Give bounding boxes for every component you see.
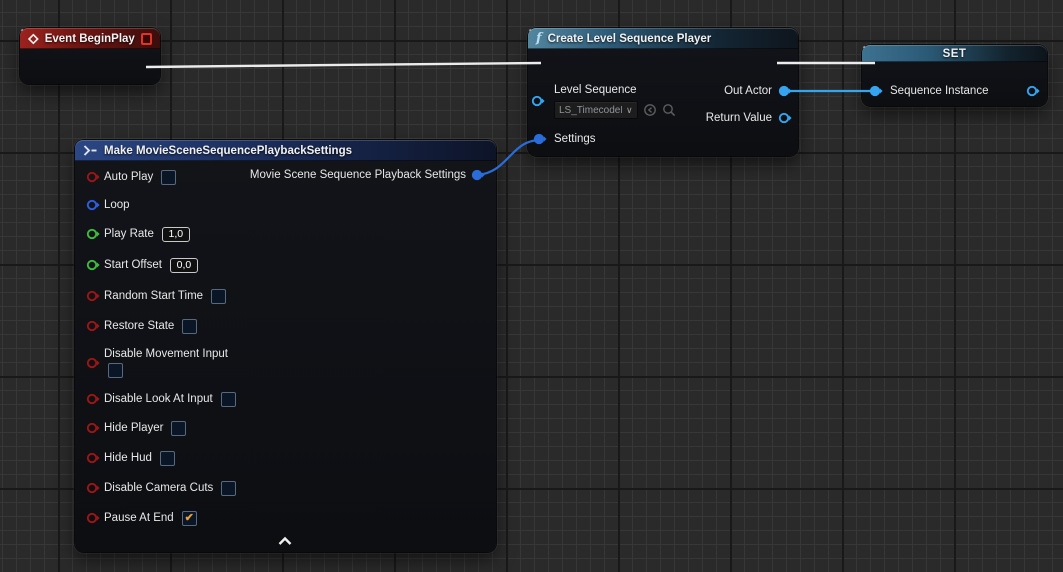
row-disable-camera-cuts: Disable Camera Cuts	[104, 480, 236, 496]
sequence-instance-pin-label: Sequence Instance	[890, 83, 988, 99]
exec-wire-beginplay-to-create	[146, 63, 541, 67]
make-node-header[interactable]: Make MovieSceneSequencePlaybackSettings	[75, 140, 496, 161]
settings-input-pin[interactable]	[533, 132, 548, 146]
disable-movement-input-checkbox[interactable]	[108, 363, 123, 378]
collapse-node-chevron-icon[interactable]	[277, 536, 293, 546]
hide-hud-pin[interactable]	[86, 451, 101, 465]
loop-pin[interactable]	[86, 198, 101, 212]
disable-camera-cuts-pin[interactable]	[86, 481, 101, 495]
pause-at-end-checkbox[interactable]	[182, 511, 197, 526]
hide-player-pin[interactable]	[86, 421, 101, 435]
row-loop: Loop	[104, 197, 130, 213]
pin-label: Disable Movement Input	[104, 346, 228, 362]
start-offset-pin[interactable]	[86, 258, 101, 272]
pin-label: Disable Camera Cuts	[104, 480, 213, 496]
make-struct-icon	[83, 145, 98, 156]
event-diamond-icon	[28, 33, 39, 45]
node-title: SET	[943, 48, 967, 60]
row-auto-play: Auto Play	[104, 169, 176, 185]
pin-label: Pause At End	[104, 510, 174, 526]
level-sequence-input-pin[interactable]	[531, 94, 546, 108]
level-sequence-pin-label: Level Sequence	[554, 82, 636, 98]
random-start-time-checkbox[interactable]	[211, 289, 226, 304]
level-sequence-dropdown[interactable]: LS_TimecodePre ∨	[554, 101, 638, 119]
event-override-icon	[141, 33, 152, 45]
start-offset-input[interactable]: 0,0	[170, 258, 198, 273]
row-disable-look-at-input: Disable Look At Input	[104, 391, 236, 407]
level-sequence-asset-picker: LS_TimecodePre ∨	[554, 101, 676, 119]
disable-movement-input-pin[interactable]	[86, 356, 101, 370]
pause-at-end-pin[interactable]	[86, 511, 101, 525]
row-pause-at-end: Pause At End	[104, 510, 197, 526]
row-play-rate: Play Rate 1,0	[104, 226, 190, 242]
hide-hud-checkbox[interactable]	[160, 451, 175, 466]
function-icon: f	[536, 32, 542, 45]
pin-label: Auto Play	[104, 169, 153, 185]
row-start-offset: Start Offset 0,0	[104, 257, 198, 273]
sequence-instance-input-pin[interactable]	[869, 84, 884, 98]
row-hide-player: Hide Player	[104, 420, 186, 436]
function-node-header[interactable]: f Create Level Sequence Player	[528, 28, 798, 49]
playback-settings-output-pin[interactable]	[471, 168, 486, 182]
pin-label: Loop	[104, 197, 130, 213]
restore-state-pin[interactable]	[86, 319, 101, 333]
return-value-pin-label: Return Value	[706, 110, 772, 126]
play-rate-pin[interactable]	[86, 227, 101, 241]
disable-look-at-input-pin[interactable]	[86, 392, 101, 406]
blueprint-graph-canvas[interactable]: { "colors": { "canvas_bg": "#2a2a2a", "e…	[0, 0, 1063, 572]
row-restore-state: Restore State	[104, 318, 197, 334]
sequence-instance-output-pin[interactable]	[1026, 84, 1041, 98]
node-set-variable[interactable]: SET Sequence Instance	[862, 45, 1047, 106]
pin-label: Hide Hud	[104, 450, 152, 466]
settings-pin-label: Settings	[554, 131, 596, 147]
node-event-beginplay[interactable]: Event BeginPlay	[20, 28, 160, 84]
browse-to-asset-icon[interactable]	[662, 103, 676, 117]
row-disable-movement-input-checkbox	[108, 362, 123, 378]
row-hide-hud: Hide Hud	[104, 450, 175, 466]
output-pin-label: Movie Scene Sequence Playback Settings	[250, 167, 466, 183]
out-actor-pin-label: Out Actor	[724, 83, 772, 99]
out-actor-output-pin[interactable]	[778, 84, 793, 98]
hide-player-checkbox[interactable]	[171, 421, 186, 436]
pin-label: Play Rate	[104, 226, 154, 242]
event-node-header[interactable]: Event BeginPlay	[20, 28, 160, 49]
restore-state-checkbox[interactable]	[182, 319, 197, 334]
return-value-output-pin[interactable]	[778, 111, 793, 125]
pin-label: Random Start Time	[104, 288, 203, 304]
auto-play-pin[interactable]	[86, 170, 101, 184]
row-disable-movement-input-label: Disable Movement Input	[104, 346, 228, 362]
disable-look-at-input-checkbox[interactable]	[221, 392, 236, 407]
pin-label: Hide Player	[104, 420, 163, 436]
chevron-down-icon: ∨	[626, 106, 633, 115]
row-random-start-time: Random Start Time	[104, 288, 226, 304]
node-make-playback-settings[interactable]: Make MovieSceneSequencePlaybackSettings …	[75, 140, 496, 552]
level-sequence-value: LS_TimecodePre	[559, 105, 622, 116]
node-title: Make MovieSceneSequencePlaybackSettings	[104, 145, 352, 157]
use-selected-asset-icon[interactable]	[643, 103, 657, 117]
pin-label: Restore State	[104, 318, 174, 334]
pin-label: Start Offset	[104, 257, 162, 273]
play-rate-input[interactable]: 1,0	[162, 227, 190, 242]
disable-camera-cuts-checkbox[interactable]	[221, 481, 236, 496]
node-title: Create Level Sequence Player	[548, 33, 712, 45]
node-title: Event BeginPlay	[45, 33, 135, 45]
pin-label: Disable Look At Input	[104, 391, 213, 407]
set-node-header[interactable]: SET	[862, 45, 1047, 62]
node-create-level-sequence-player[interactable]: f Create Level Sequence Player Level Seq…	[528, 28, 798, 156]
auto-play-checkbox[interactable]	[161, 170, 176, 185]
random-start-time-pin[interactable]	[86, 289, 101, 303]
